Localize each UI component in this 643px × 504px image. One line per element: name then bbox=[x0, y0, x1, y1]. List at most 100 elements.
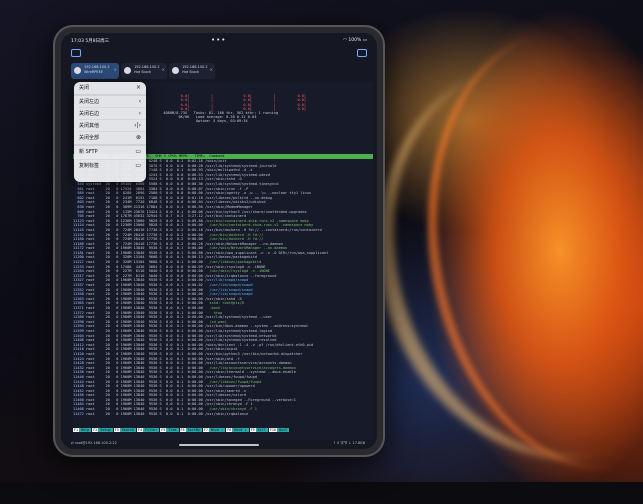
process-pid: 11448 bbox=[73, 384, 86, 389]
process-user: root bbox=[85, 402, 104, 407]
process-stats: 20 0 1960M 13840 9536 S 0.0 0.1 0:00.00 bbox=[103, 306, 205, 310]
process-pid: 11416 bbox=[73, 347, 86, 352]
close-tab-icon[interactable]: × bbox=[114, 67, 117, 72]
process-command: /usr/sbin/acpid bbox=[205, 347, 238, 352]
process-command: /sbin/multipathd -d -s bbox=[205, 168, 253, 173]
process-stats: 20 0 1960M 13840 9536 S 0.0 0.1 0:00.00 bbox=[103, 324, 205, 329]
process-stats: 20 0 1960M 13840 9536 S 0.0 0.1 0:00.00 bbox=[103, 351, 205, 356]
process-user: root bbox=[85, 338, 104, 343]
process-pid: 11436 bbox=[73, 370, 86, 375]
process-pid: 11472 bbox=[73, 411, 86, 416]
battery-icon: ▭ bbox=[362, 38, 367, 43]
process-stats: 20 0 1960M 13840 9536 S 0.0 0.1 0:00.00 bbox=[103, 328, 205, 333]
process-user: root bbox=[85, 186, 104, 191]
process-command: /usr/libexec/packagekitd bbox=[205, 255, 257, 260]
process-command: /usr/sbin/rsyslogd -n -iNONE bbox=[205, 269, 270, 274]
function-key-action[interactable]: SortBy bbox=[185, 428, 202, 432]
process-stats: 20 0 1236M 13060 9828 S 0.0 0.1 0:09.68 bbox=[103, 218, 205, 223]
process-command: /usr/lib/systemd/systemd-timesyncd bbox=[205, 181, 279, 186]
process-command: /usr/bin/containerd-shim-runc-v2 -namesp… bbox=[205, 218, 309, 223]
new-window-icon[interactable] bbox=[357, 49, 367, 57]
function-key-label[interactable]: F3 bbox=[113, 428, 120, 432]
process-pid: 11337 bbox=[73, 283, 86, 288]
process-stats: 20 0 1960M 13840 9536 S 0.0 0.1 0:00.00 bbox=[103, 296, 205, 301]
home-indicator[interactable] bbox=[179, 444, 259, 446]
process-pid: 11380 bbox=[73, 315, 86, 320]
process-pid: 602 bbox=[73, 195, 86, 200]
function-key-action[interactable]: Help bbox=[79, 428, 92, 432]
process-user: root bbox=[85, 278, 104, 283]
function-key-bar: F1 Help F2 Setup F3 Search F4 Filter F5 Tree F6 Sor… bbox=[73, 428, 373, 433]
process-row[interactable]: 11472 root 20 0 1960M 13840 9536 S 0.0 0… bbox=[73, 412, 373, 417]
function-key-action[interactable]: Setup bbox=[98, 428, 113, 432]
function-key-action[interactable]: Tree bbox=[166, 428, 179, 432]
function-key-action[interactable]: Nice + bbox=[232, 428, 249, 432]
function-key-action[interactable]: Quit bbox=[276, 428, 290, 432]
process-stats: 20 0 17520 3884 3384 S 0.0 0.0 0:00.07 bbox=[103, 186, 205, 191]
process-command: htop bbox=[205, 310, 223, 315]
menu-close[interactable]: 关闭 × bbox=[74, 82, 146, 94]
process-command: /usr/bin/dockerd -H fd:// bbox=[205, 232, 264, 237]
tab-subtitle: WireRPEEE bbox=[84, 70, 104, 74]
process-command: -bash bbox=[205, 306, 221, 310]
process-stats: 20 0 1960M 13840 9536 S 0.0 0.1 0:00.00 bbox=[103, 338, 205, 343]
process-pid: 630 bbox=[73, 204, 86, 209]
process-user: root bbox=[85, 260, 104, 265]
process-stats: 20 0 227M 6116 5040 S 0.0 0.0 0:00.00 bbox=[103, 269, 205, 274]
close-tab-icon[interactable]: × bbox=[162, 67, 165, 72]
function-key-label[interactable]: F6 bbox=[179, 428, 186, 432]
process-user: root bbox=[85, 393, 104, 398]
process-pid: 705 bbox=[73, 214, 86, 219]
process-stats: 20 0 1960M 13840 9536 S 0.0 0.1 0:00.00 bbox=[103, 246, 205, 251]
process-list[interactable]: 1 root 20 0 164M 12960 8248 S 0.0 0.1 0:… bbox=[73, 159, 373, 416]
multitask-dots-icon[interactable]: ••• bbox=[211, 36, 226, 44]
process-user: root bbox=[85, 365, 104, 370]
status-time: 17:03 bbox=[71, 39, 84, 44]
function-key-action[interactable]: Kill bbox=[255, 428, 268, 432]
process-user: root bbox=[85, 218, 104, 223]
process-pid: 11363 bbox=[73, 296, 86, 301]
tab-session-1[interactable]: 192.168.100.2 WireRPEEE × bbox=[71, 63, 119, 79]
process-stats: 20 0 320M 13104 9608 S 0.0 0.1 0:00.00 bbox=[103, 260, 205, 265]
close-tab-icon[interactable]: × bbox=[210, 67, 213, 72]
process-stats: 20 0 1960M 13840 9536 S 0.0 0.1 0:00.00 bbox=[103, 292, 205, 297]
process-user: root bbox=[85, 306, 104, 310]
sidebar-toggle-icon[interactable] bbox=[71, 49, 81, 57]
process-pid: 11372 bbox=[73, 310, 86, 315]
process-command: /usr/lib/systemd/systemd-udevd bbox=[205, 172, 270, 177]
process-stats: 20 0 1787M 45632 32944 S 0.7 0.3 3:27.12 bbox=[103, 214, 205, 219]
process-stats: 20 0 1960M 13840 9536 S 0.0 0.1 0:00.00 bbox=[103, 347, 205, 352]
process-command: /usr/bin/python3 /usr/share/unattended-u… bbox=[205, 209, 307, 214]
process-command: /usr/libexec/packagekitd bbox=[205, 260, 262, 265]
tab-session-2[interactable]: 192.168.100.2 Hot Stuck × bbox=[121, 63, 167, 79]
process-stats: 20 0 1960M 13840 9536 S 0.0 0.1 0:00.00 bbox=[103, 411, 205, 416]
status-bar: 17:03 5月8日周三 ••• ◠ 100% ▭ bbox=[61, 33, 377, 47]
process-user: root bbox=[85, 241, 104, 246]
battery-percent: 100% bbox=[348, 38, 362, 43]
process-pid: 603 bbox=[73, 200, 86, 205]
menu-duplicate-tab[interactable]: 复制标签 ▭ bbox=[74, 160, 146, 172]
process-command: /usr/lib/accountsservice/accounts-daemon bbox=[205, 365, 296, 370]
process-stats: 20 0 1960M 13840 9536 S 0.0 0.1 0:00.00 bbox=[103, 342, 205, 347]
tab-session-3[interactable]: 192.168.100.2 Hot Stuck × bbox=[169, 63, 215, 79]
process-command: /usr/bin/containerd bbox=[205, 214, 247, 219]
process-command: /usr/lib/accountsservice/accounts-daemon bbox=[205, 361, 292, 366]
menu-new-sftp[interactable]: 新 SFTP ▭ bbox=[74, 146, 146, 158]
menu-close-all[interactable]: 关闭全部 ⊗ bbox=[74, 132, 146, 144]
meter-row: Uptime: 5 days, 03:09:34 bbox=[159, 119, 298, 124]
process-pid: 11420 bbox=[73, 351, 86, 356]
function-key-action[interactable]: Filter bbox=[143, 428, 160, 432]
process-user: root bbox=[85, 351, 104, 356]
process-command: /usr/sbin/irqbalance --foreground bbox=[205, 273, 277, 278]
process-user: root bbox=[85, 283, 104, 288]
tab-subtitle: Hot Stuck bbox=[134, 70, 152, 74]
function-key-action[interactable]: Search bbox=[119, 428, 136, 432]
process-user: root bbox=[85, 204, 104, 209]
process-command: /usr/lib/systemd/systemd-logind bbox=[205, 328, 273, 333]
function-key-action[interactable]: Nice - bbox=[208, 428, 226, 432]
process-command: /usr/sbin/atd -f bbox=[205, 356, 240, 361]
process-user: root bbox=[85, 356, 104, 361]
process-pid: 660 bbox=[73, 209, 86, 214]
function-key-label[interactable]: F10 bbox=[268, 428, 277, 432]
function-key-label[interactable]: F9 bbox=[249, 428, 256, 432]
